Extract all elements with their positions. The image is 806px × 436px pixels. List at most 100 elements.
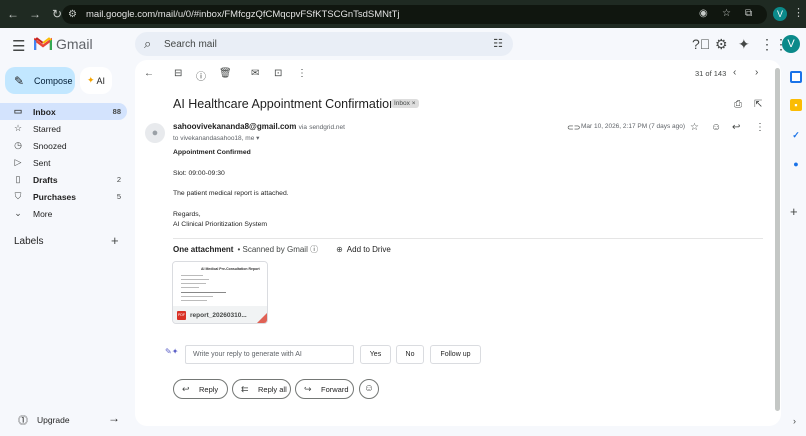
print-icon[interactable]: ⎙ bbox=[734, 99, 742, 110]
attachment-footer: PDF report_20260310... bbox=[173, 306, 267, 323]
delete-icon[interactable]: 🗑 bbox=[219, 68, 232, 79]
reply-button[interactable]: ↩ Reply bbox=[173, 379, 228, 399]
reply-all-label: Reply all bbox=[258, 384, 287, 394]
move-to-icon[interactable]: ⊡ bbox=[274, 68, 282, 79]
search-icon[interactable]: ⌕ bbox=[144, 36, 158, 52]
add-to-drive-label: Add to Drive bbox=[346, 245, 391, 254]
eye-icon[interactable]: ◉ bbox=[699, 8, 708, 19]
reply-all-icon: ⇇ bbox=[241, 383, 249, 394]
settings-gear-icon[interactable]: ⚙ bbox=[715, 36, 728, 53]
email-subject: AI Healthcare Appointment Confirmation bbox=[173, 97, 397, 111]
address-bar[interactable]: ⚙ mail.google.com/mail/u/0/#inbox/FMfcgz… bbox=[62, 5, 767, 24]
sidebar-nav: ▭ Inbox 88 ☆ Starred ◷ Snoozed ▷ Sent ▯ … bbox=[0, 103, 127, 222]
pencil-icon: ✎ bbox=[14, 73, 25, 88]
emoji-reaction-button[interactable]: ☺ bbox=[359, 379, 379, 399]
attachments-header: One attachment • Scanned by Gmail ⓘ ⊕ Add… bbox=[173, 244, 391, 255]
gmail-logo[interactable]: Gmail bbox=[34, 36, 93, 52]
suggestion-no-button[interactable]: No bbox=[396, 345, 424, 364]
gmail-brand-text: Gmail bbox=[56, 36, 93, 52]
more-options-icon[interactable]: ⋮ bbox=[297, 68, 307, 79]
sidebar-item-sent[interactable]: ▷ Sent bbox=[0, 154, 127, 171]
account-avatar[interactable]: V bbox=[782, 35, 800, 53]
preview-line bbox=[181, 275, 203, 276]
body-signature: AI Clinical Prioritization System bbox=[173, 221, 268, 228]
upgrade-label: Upgrade bbox=[37, 414, 70, 425]
sidebar-item-purchases[interactable]: ⛉ Purchases 5 bbox=[0, 188, 127, 205]
page-fold-icon bbox=[257, 313, 267, 323]
recipients-line[interactable]: to vivekanandasahoo18, me ▾ bbox=[173, 134, 259, 142]
search-bar[interactable]: ⌕ Search mail ☷ bbox=[135, 32, 513, 56]
site-info-icon[interactable]: ⚙ bbox=[68, 9, 80, 20]
keep-icon[interactable]: ▪ bbox=[790, 99, 802, 111]
browser-profile-avatar[interactable]: V bbox=[773, 7, 787, 21]
compose-button[interactable]: ✎ Compose bbox=[5, 67, 75, 94]
suggestion-follow-up-button[interactable]: Follow up bbox=[430, 345, 481, 364]
body-heading: Appointment Confirmed bbox=[173, 149, 251, 156]
ai-label: AI bbox=[96, 75, 106, 86]
get-addons-icon[interactable]: + bbox=[790, 204, 798, 219]
reply-all-button[interactable]: ⇇ Reply all bbox=[232, 379, 291, 399]
attachment-card[interactable]: AI Medical Pre-Consultation Report PDF r… bbox=[172, 261, 268, 324]
attachment-filename: report_20260310... bbox=[190, 311, 247, 319]
message-more-icon[interactable]: ⋮ bbox=[755, 122, 765, 133]
ai-compose-button[interactable]: ✦ AI bbox=[80, 67, 112, 94]
contacts-icon[interactable]: ● bbox=[790, 158, 802, 170]
sidebar-item-inbox[interactable]: ▭ Inbox 88 bbox=[0, 103, 127, 120]
extensions-icon[interactable]: ⧉ bbox=[745, 8, 752, 19]
report-spam-icon[interactable]: ⓘ bbox=[196, 68, 206, 83]
bookmark-star-icon[interactable]: ☆ bbox=[722, 8, 731, 19]
back-to-inbox-icon[interactable]: ← bbox=[144, 68, 154, 79]
sidebar-item-more[interactable]: ⌄ More bbox=[0, 205, 127, 222]
sender-email[interactable]: sahoovivekananda8@gmail.com bbox=[173, 122, 296, 131]
attachments-divider bbox=[173, 238, 763, 239]
suggestion-yes-button[interactable]: Yes bbox=[360, 345, 391, 364]
browser-menu-icon[interactable]: ⋮ bbox=[793, 6, 804, 19]
preview-title: AI Medical Pre-Consultation Report bbox=[201, 267, 260, 271]
preview-line bbox=[181, 292, 226, 293]
mark-unread-icon[interactable]: ✉ bbox=[251, 68, 259, 79]
preview-line bbox=[181, 287, 199, 288]
inbox-label-chip[interactable]: Inbox × bbox=[391, 99, 419, 108]
message-pane: ← ⊟ ⓘ 🗑 ✉ ⊡ ⋮ 31 of 143 ‹ › AI Healthcar… bbox=[135, 60, 781, 426]
forward-arrow-icon[interactable]: → bbox=[26, 7, 44, 21]
forward-button[interactable]: ↪ Forward bbox=[295, 379, 354, 399]
drafts-count: 2 bbox=[116, 175, 121, 184]
older-chevron-icon[interactable]: › bbox=[755, 67, 758, 78]
labels-heading: Labels bbox=[14, 236, 44, 247]
message-scrollbar[interactable] bbox=[775, 68, 780, 411]
emoji-react-icon[interactable]: ☺ bbox=[711, 122, 721, 133]
url-text[interactable]: mail.google.com/mail/u/0/#inbox/FMfcgzQf… bbox=[86, 9, 400, 20]
open-new-window-icon[interactable]: ⇱ bbox=[754, 99, 762, 110]
drive-add-icon: ⊕ bbox=[336, 245, 343, 254]
main-menu-icon[interactable]: ☰ bbox=[12, 37, 25, 55]
upgrade-arrow-icon[interactable]: → bbox=[108, 411, 120, 425]
sidebar-item-starred[interactable]: ☆ Starred bbox=[0, 120, 127, 137]
expand-panel-icon[interactable]: › bbox=[793, 416, 796, 426]
ai-reply-input[interactable]: Write your reply to generate with AI bbox=[185, 345, 354, 364]
preview-line bbox=[181, 296, 213, 297]
sidebar-item-snoozed[interactable]: ◷ Snoozed bbox=[0, 137, 127, 154]
archive-icon[interactable]: ⊟ bbox=[174, 68, 182, 79]
preview-line bbox=[181, 279, 209, 280]
reply-icon[interactable]: ↩ bbox=[732, 122, 740, 133]
email-date: Mar 10, 2026, 2:17 PM (7 days ago) bbox=[581, 123, 686, 130]
gemini-sparkle-icon[interactable]: ✦ bbox=[738, 36, 750, 53]
help-icon[interactable]: ?⃝ bbox=[692, 36, 710, 52]
pager-text: 31 of 143 bbox=[695, 69, 727, 78]
upgrade-button[interactable]: ⓵ Upgrade bbox=[18, 412, 70, 428]
search-input[interactable]: Search mail bbox=[164, 39, 217, 50]
newer-chevron-icon[interactable]: ‹ bbox=[733, 67, 736, 78]
compose-label: Compose bbox=[34, 75, 73, 86]
send-icon: ▷ bbox=[14, 157, 22, 167]
search-options-icon[interactable]: ☷ bbox=[493, 37, 503, 50]
tasks-icon[interactable]: ✓ bbox=[790, 129, 802, 141]
star-icon[interactable]: ☆ bbox=[690, 122, 699, 133]
add-to-drive-button[interactable]: ⊕ Add to Drive bbox=[336, 245, 391, 254]
add-label-icon[interactable]: + bbox=[111, 233, 119, 248]
sidebar-item-label: Drafts bbox=[33, 174, 58, 185]
back-arrow-icon[interactable]: ← bbox=[4, 7, 22, 21]
reply-label: Reply bbox=[199, 384, 219, 394]
draft-icon: ▯ bbox=[15, 174, 21, 184]
calendar-icon[interactable] bbox=[790, 71, 802, 83]
sidebar-item-drafts[interactable]: ▯ Drafts 2 bbox=[0, 171, 127, 188]
